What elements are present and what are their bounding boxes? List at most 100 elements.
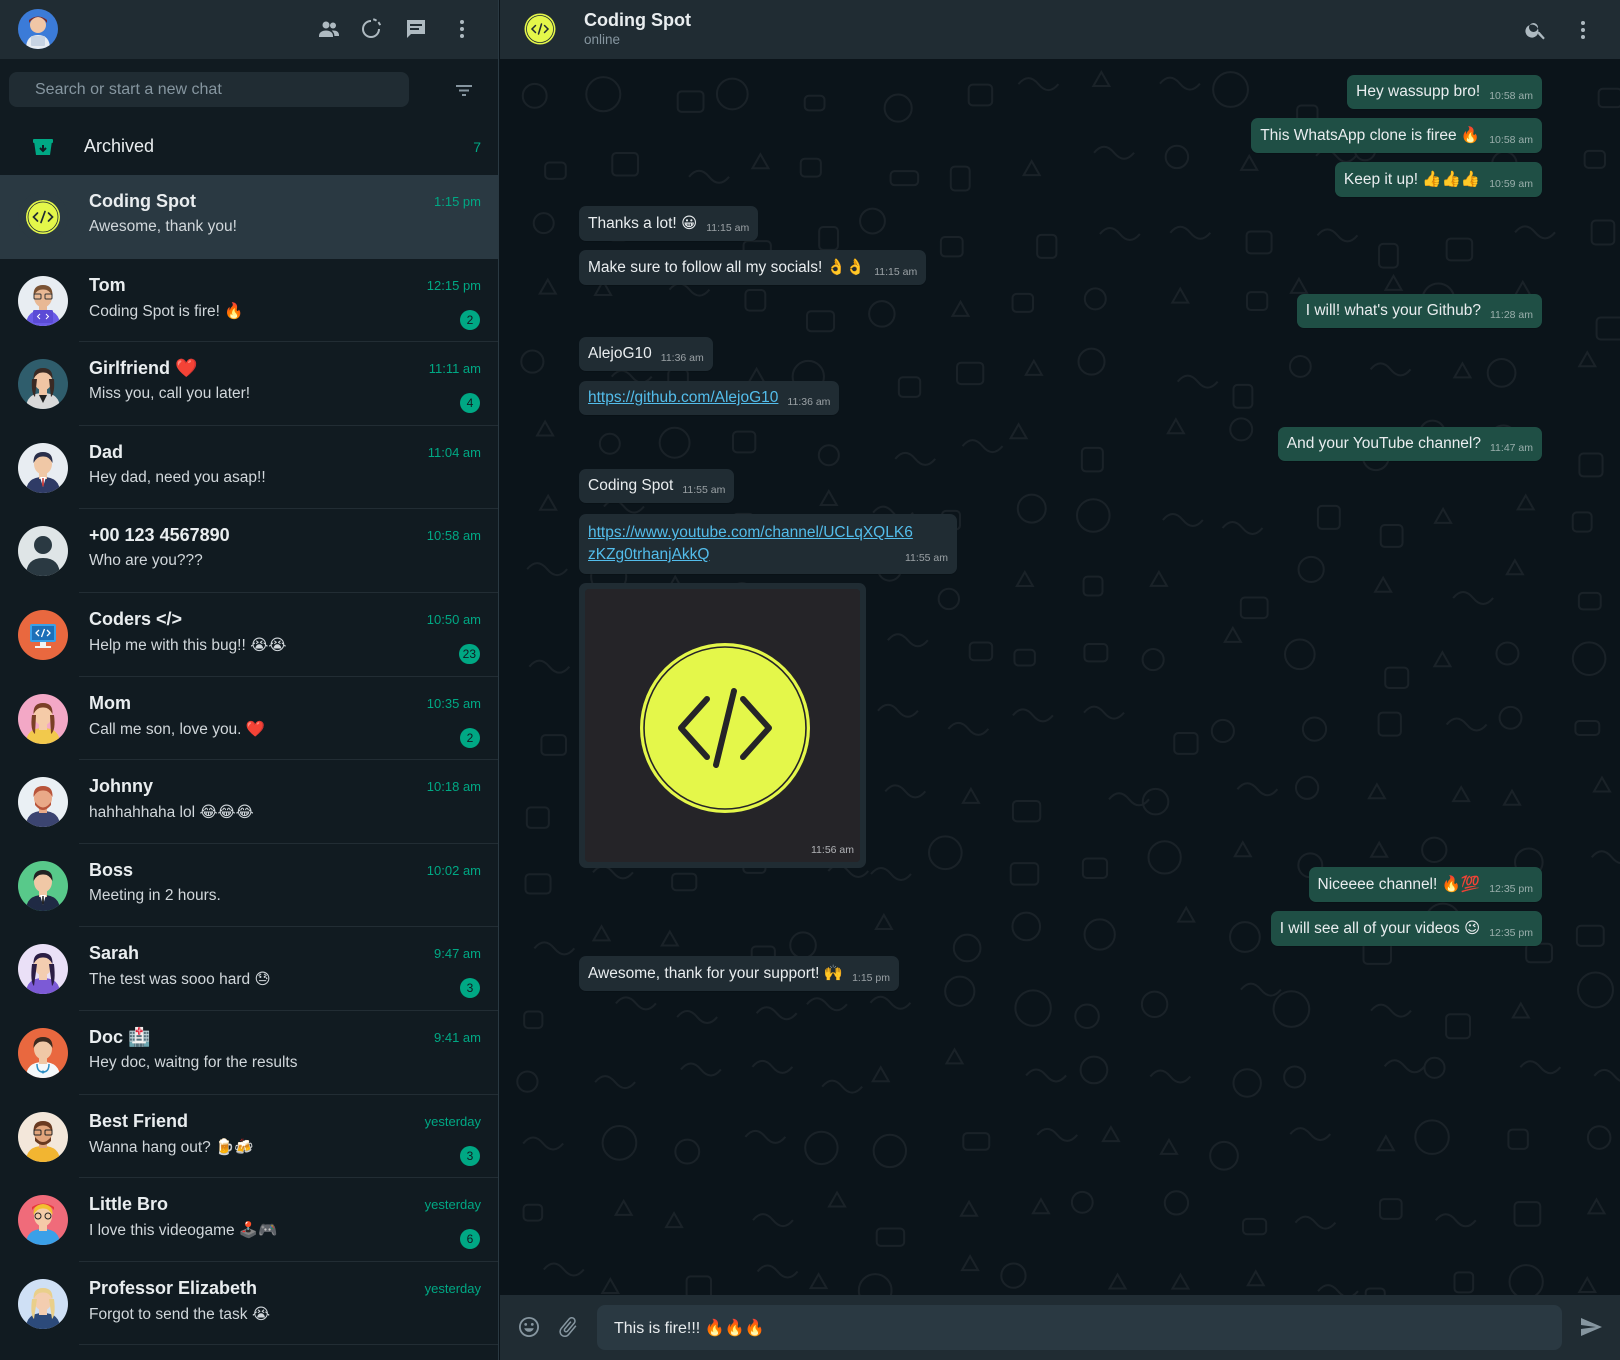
contact-avatar: [18, 275, 68, 326]
new-chat-icon[interactable]: [403, 16, 429, 42]
my-profile-avatar[interactable]: [18, 9, 58, 49]
chat-info: Boss Meeting in 2 hours. 10:02 am: [79, 844, 498, 928]
chat-list-item[interactable]: Mom Call me son, love you. ❤️ 10:35 am 2: [0, 677, 498, 761]
incoming-message[interactable]: Coding Spot 11:55 am: [579, 469, 735, 503]
chat-name: Sarah: [89, 943, 140, 964]
message-text: This WhatsApp clone is firee 🔥: [1260, 127, 1481, 144]
message-time: 10:58 am: [1489, 134, 1533, 146]
contact-avatar: [18, 777, 68, 828]
attach-icon[interactable]: [556, 1315, 582, 1341]
chat-time: yesterday: [424, 1113, 481, 1129]
contact-avatar: [18, 442, 68, 493]
incoming-message[interactable]: https://github.com/AlejoG10 11:36 am: [579, 381, 840, 415]
communities-icon[interactable]: [316, 16, 342, 42]
chat-time: 10:35 am: [426, 695, 481, 711]
incoming-message[interactable]: Make sure to follow all my socials! 👌👌 11…: [579, 250, 927, 285]
contact-avatar: [18, 944, 68, 995]
chat-info: Girlfriend ❤️ Miss you, call you later! …: [79, 342, 498, 426]
contact-avatar: [18, 1111, 68, 1162]
send-icon[interactable]: [1579, 1315, 1605, 1341]
contact-avatar: [18, 1195, 68, 1246]
outgoing-message[interactable]: This WhatsApp clone is firee 🔥 10:58 am: [1251, 118, 1542, 153]
menu-kebab-icon[interactable]: [449, 16, 475, 42]
chat-list-item[interactable]: Boss Meeting in 2 hours. 10:02 am: [0, 844, 498, 928]
emoji-icon[interactable]: [517, 1315, 543, 1341]
message-link[interactable]: https://www.youtube.com/channel/UCLqXQLK…: [588, 524, 913, 541]
coding-spot-logo: [585, 589, 860, 862]
outgoing-message[interactable]: Hey wassupp bro! 10:58 am: [1347, 75, 1542, 109]
chat-name: Tom: [89, 274, 126, 295]
conversation-pane: Coding Spot online Hey wassupp bro! 10:58…: [500, 0, 1620, 1360]
outgoing-message[interactable]: I will! what's your Github? 11:28 am: [1296, 294, 1542, 328]
chat-list-item[interactable]: Little Bro I love this videogame 🕹️🎮 yes…: [0, 1178, 498, 1262]
chat-list-item[interactable]: Sarah The test was sooo hard 😓 9:47 am 3: [0, 927, 498, 1011]
chat-list-item[interactable]: Girlfriend ❤️ Miss you, call you later! …: [0, 342, 498, 426]
incoming-message[interactable]: https://www.youtube.com/channel/UCLqXQLK…: [579, 514, 957, 574]
contact-avatar: [18, 1027, 68, 1078]
composer: [500, 1295, 1620, 1360]
chat-list-item[interactable]: Best Friend Wanna hang out? 🍺🍻 yesterday…: [0, 1095, 498, 1179]
chat-list-item[interactable]: +00 123 4567890 Who are you??? 10:58 am: [0, 509, 498, 593]
archive-icon: [32, 137, 54, 159]
chat-info: Tom Coding Spot is fire! 🔥 12:15 pm 2: [79, 259, 498, 343]
chat-name: Girlfriend ❤️: [89, 358, 198, 379]
message-area[interactable]: Hey wassupp bro! 10:58 am This WhatsApp cl…: [500, 59, 1620, 1295]
unread-badge: 2: [460, 727, 480, 748]
chat-list-item[interactable]: Tom Coding Spot is fire! 🔥 12:15 pm 2: [0, 259, 498, 343]
chat-info: Dad Hey dad, need you asap!! 11:04 am: [79, 426, 498, 510]
message-time: 11:28 am: [1490, 309, 1533, 321]
chat-info: Doc 🏥 Hey doc, waitng for the results 9:…: [79, 1011, 498, 1095]
chat-info: Coding Spot Awesome, thank you! 1:15 pm: [79, 175, 498, 259]
message-time: 11:15 am: [874, 266, 918, 278]
contact-avatar: [18, 609, 68, 660]
incoming-message[interactable]: Thanks a lot! 😀 11:15 am: [579, 206, 759, 241]
chat-last-message: Hey dad, need you asap!!: [89, 468, 266, 486]
filter-icon[interactable]: [452, 78, 476, 102]
archived-row[interactable]: Archived 7: [0, 123, 498, 173]
message-text: Thanks a lot! 😀: [588, 215, 698, 232]
image-attachment[interactable]: [585, 589, 860, 862]
message-text: AlejoG10: [588, 345, 652, 362]
chat-list-item[interactable]: Professor Elizabeth Forgot to send the t…: [0, 1262, 498, 1346]
chat-last-message: Forgot to send the task 😭: [89, 1305, 270, 1323]
chat-list-item[interactable]: Johnny hahhahhaha lol 😂😂😂 10:18 am: [0, 760, 498, 844]
message-time: 11:56 am: [811, 844, 854, 856]
search-input[interactable]: [9, 72, 409, 107]
outgoing-message[interactable]: And your YouTube channel? 11:47 am: [1277, 427, 1542, 461]
message-link-continued[interactable]: zKZg0trhanjAkkQ: [588, 544, 709, 566]
chat-info: Best Friend Wanna hang out? 🍺🍻 yesterday…: [79, 1095, 498, 1179]
chat-list-item[interactable]: Coders </> Help me with this bug!! 😭😭 10…: [0, 593, 498, 677]
chat-last-message: I love this videogame 🕹️🎮: [89, 1222, 278, 1240]
search-icon[interactable]: [1524, 18, 1548, 42]
message-input[interactable]: [597, 1305, 1562, 1350]
chat-name: Johnny: [89, 776, 154, 797]
chat-time: yesterday: [424, 1197, 481, 1213]
chat-time: yesterday: [424, 1280, 481, 1296]
chat-last-message: Meeting in 2 hours.: [89, 886, 221, 904]
message-link[interactable]: https://github.com/AlejoG10: [588, 389, 778, 406]
chat-name: Mom: [89, 692, 131, 713]
contact-avatar[interactable]: [524, 13, 556, 45]
outgoing-message[interactable]: Keep it up! 👍👍👍 10:59 am: [1334, 162, 1542, 197]
unread-badge: 23: [458, 643, 480, 664]
chat-name: Coders </>: [89, 608, 183, 629]
chat-list-item[interactable]: Dad Hey dad, need you asap!! 11:04 am: [0, 426, 498, 510]
unread-badge: 2: [460, 309, 480, 330]
chat-list-item[interactable]: Doc 🏥 Hey doc, waitng for the results 9:…: [0, 1011, 498, 1095]
conversation-header[interactable]: Coding Spot online: [500, 0, 1620, 59]
chat-info: Johnny hahhahhaha lol 😂😂😂 10:18 am: [79, 760, 498, 844]
menu-kebab-icon[interactable]: [1571, 18, 1595, 42]
sidebar-header: [0, 0, 498, 59]
image-message[interactable]: 11:56 am: [579, 583, 866, 868]
contact-avatar: [18, 1278, 68, 1329]
status-icon[interactable]: [358, 16, 384, 42]
archived-label: Archived: [84, 136, 155, 156]
message-text: Make sure to follow all my socials! 👌👌: [588, 259, 866, 276]
outgoing-message[interactable]: I will see all of your videos 😉 12:35 pm: [1270, 911, 1542, 946]
outgoing-message[interactable]: Niceeee channel! 🔥💯 12:35 pm: [1308, 867, 1542, 902]
archived-count: 7: [473, 139, 481, 155]
contact-avatar: [18, 359, 68, 410]
incoming-message[interactable]: AlejoG10 11:36 am: [579, 337, 713, 371]
incoming-message[interactable]: Awesome, thank for your support! 🙌 1:15 p…: [579, 956, 900, 991]
chat-list-item[interactable]: Coding Spot Awesome, thank you! 1:15 pm: [0, 175, 498, 259]
